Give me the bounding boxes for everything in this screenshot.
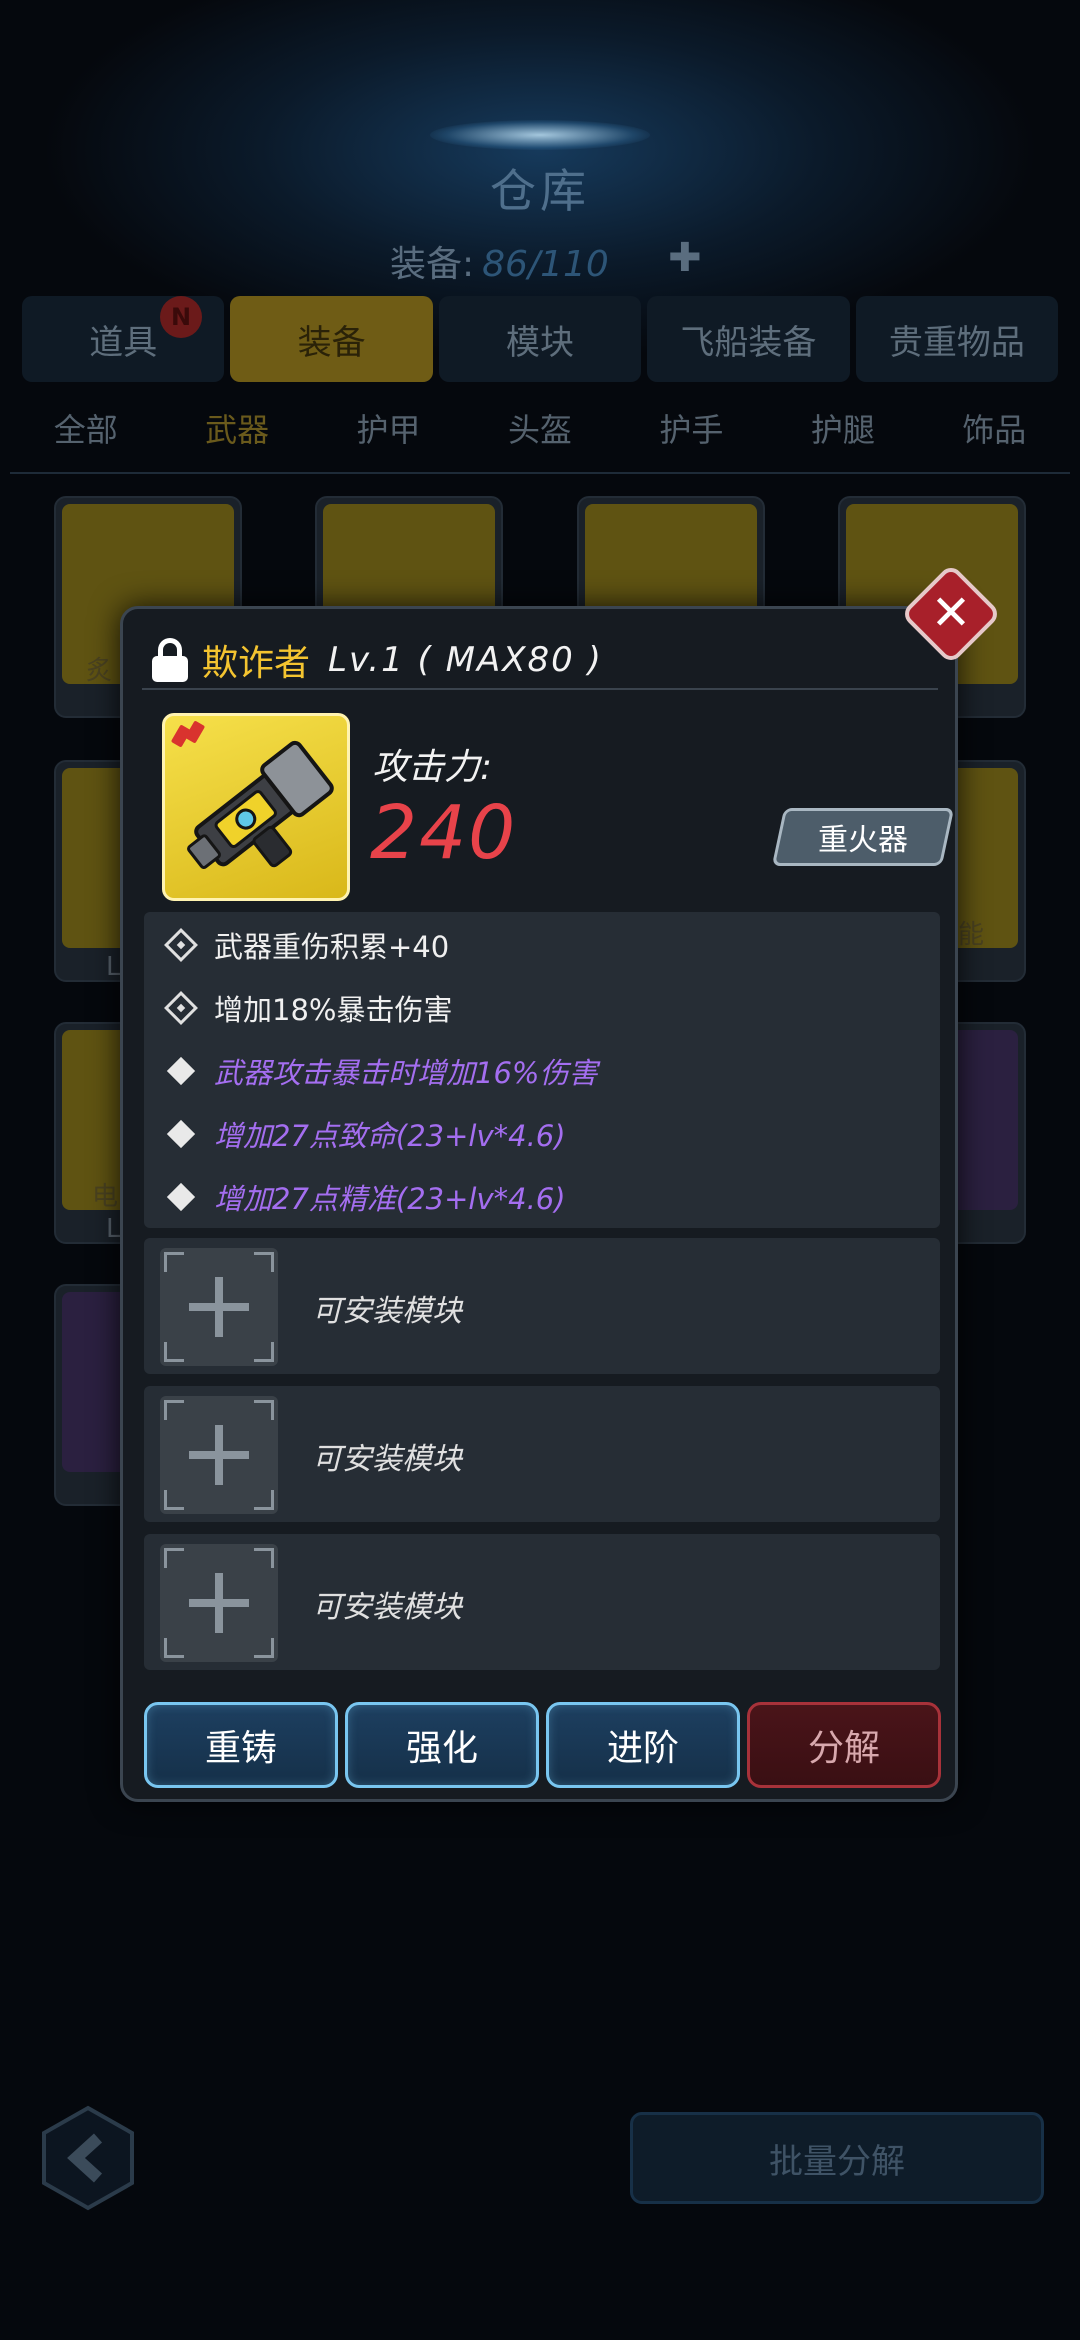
attribute-text: 增加27点致命(23+lv*4.6)	[214, 1119, 566, 1153]
attribute-row: 武器重伤积累+40	[164, 920, 450, 970]
weapon-type-label: 重火器	[818, 823, 908, 858]
add-module-icon[interactable]	[160, 1544, 278, 1662]
target-icon	[164, 928, 198, 962]
add-module-icon[interactable]	[160, 1396, 278, 1514]
recast-button[interactable]: 重铸	[144, 1702, 338, 1788]
item-level: Lv.1 ( MAX80 )	[328, 640, 603, 680]
weapon-type-badge: 重火器	[771, 808, 955, 866]
attribute-text: 武器攻击暴击时增加16%伤害	[214, 1056, 598, 1090]
item-image	[162, 713, 350, 901]
attribute-row: 增加18%暴击伤害	[164, 983, 453, 1033]
attribute-list: 武器重伤积累+40 增加18%暴击伤害 武器攻击暴击时增加16%伤害 增加27点…	[144, 912, 940, 1228]
item-name: 欺诈者	[202, 643, 311, 684]
diamond-icon	[166, 1056, 196, 1086]
heavy-gun-icon	[171, 721, 334, 869]
attack-value: 240	[370, 790, 518, 876]
diamond-icon	[166, 1119, 196, 1149]
attribute-text: 增加27点精准(23+lv*4.6)	[214, 1182, 566, 1216]
attribute-row: 增加27点致命(23+lv*4.6)	[166, 1109, 566, 1159]
module-slot-label: 可安装模块	[312, 1590, 462, 1625]
close-icon: ✕	[930, 585, 972, 641]
module-slot-label: 可安装模块	[312, 1294, 462, 1329]
diamond-icon	[166, 1182, 196, 1212]
lock-icon[interactable]	[152, 638, 188, 682]
attribute-text: 增加18%暴击伤害	[214, 993, 453, 1027]
attribute-row: 增加27点精准(23+lv*4.6)	[166, 1172, 566, 1222]
add-module-icon[interactable]	[160, 1248, 278, 1366]
module-slot-label: 可安装模块	[312, 1442, 462, 1477]
attribute-row: 武器攻击暴击时增加16%伤害	[166, 1046, 597, 1096]
item-title: 欺诈者 Lv.1 ( MAX80 )	[152, 632, 603, 688]
enhance-button[interactable]: 强化	[345, 1702, 539, 1788]
attack-label: 攻击力:	[372, 747, 493, 788]
advance-button[interactable]: 进阶	[546, 1702, 740, 1788]
attribute-text: 武器重伤积累+40	[214, 930, 450, 964]
title-divider	[142, 688, 938, 690]
module-slot[interactable]: 可安装模块	[144, 1534, 940, 1670]
module-slot[interactable]: 可安装模块	[144, 1386, 940, 1522]
module-slot[interactable]: 可安装模块	[144, 1238, 940, 1374]
target-icon	[164, 991, 198, 1025]
dismantle-button[interactable]: 分解	[747, 1702, 941, 1788]
